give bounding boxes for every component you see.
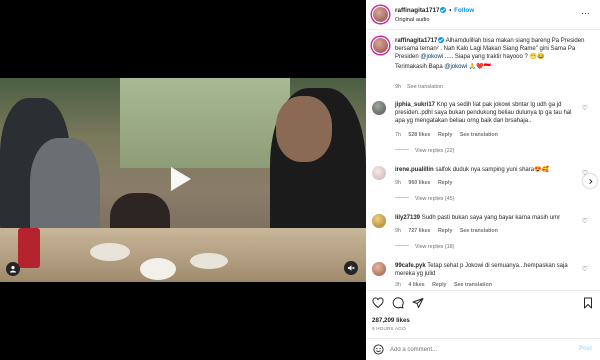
- comment-icon[interactable]: [392, 297, 404, 309]
- see-translation-link[interactable]: See translation: [460, 132, 498, 138]
- chevron-right-icon: [588, 178, 592, 184]
- mute-icon[interactable]: [344, 261, 358, 275]
- video-face: [276, 96, 332, 162]
- video-drink: [18, 228, 40, 268]
- follow-button[interactable]: Follow: [454, 7, 474, 14]
- like-comment-icon[interactable]: ♡: [582, 217, 588, 225]
- like-icon[interactable]: [372, 297, 384, 309]
- comment-meta: 9h 727 likes Reply See translation: [395, 228, 504, 234]
- like-comment-icon[interactable]: ♡: [582, 104, 588, 112]
- comment-text: irene.pualillin salfok duduk nya samping…: [395, 166, 579, 174]
- video-cup: [140, 258, 176, 280]
- comment-time: 9h: [395, 180, 401, 186]
- audio-label[interactable]: Original audio: [395, 17, 430, 23]
- media-area: [0, 0, 366, 360]
- comment-likes[interactable]: 4 likes: [408, 282, 424, 288]
- see-translation-link[interactable]: See translation: [460, 228, 498, 234]
- avatar[interactable]: [372, 166, 386, 180]
- avatar[interactable]: [372, 6, 389, 23]
- caption-body-end: ..... Siapa yang traktir hayooo ? 😁😂: [443, 54, 545, 60]
- view-replies-link[interactable]: View replies (22): [395, 148, 454, 154]
- comment-time: 9h: [395, 228, 401, 234]
- comment-likes[interactable]: 960 likes: [408, 180, 430, 186]
- video-bowl: [190, 253, 228, 269]
- caption-thanks: Terimakasih Bapa: [395, 64, 445, 70]
- reply-button[interactable]: Reply: [438, 132, 452, 138]
- video-table: [0, 228, 366, 282]
- post-side-panel: raffinagita1717 • Follow Original audio …: [366, 0, 600, 360]
- save-icon[interactable]: [582, 297, 594, 309]
- post-time-ago: 9 HOURS AGO: [372, 326, 406, 331]
- post-header: raffinagita1717 • Follow Original audio …: [366, 0, 600, 30]
- share-icon[interactable]: [412, 297, 424, 309]
- add-comment-bar: Post: [366, 338, 600, 360]
- see-translation-link[interactable]: See translation: [454, 282, 492, 288]
- emoji-icon[interactable]: [373, 344, 384, 355]
- comment-username[interactable]: irene.pualillin: [395, 167, 434, 173]
- comment-meta: 3h 4 likes Reply See translation: [395, 282, 498, 288]
- comment-username[interactable]: jiphia_sukri17: [395, 102, 435, 108]
- comment-text: 99cafe.pyk Tetap sehat p Jokowi di semua…: [395, 262, 579, 278]
- avatar[interactable]: [372, 262, 386, 276]
- play-icon[interactable]: [163, 163, 195, 195]
- caption-text: raffinagita1717 Alhamdulillah bisa makan…: [395, 37, 593, 71]
- post-comment-button[interactable]: Post: [579, 346, 592, 352]
- comment-body: Sudh pasti bukan saya yang bayar karna m…: [420, 215, 561, 221]
- caption-time: 9h: [395, 84, 401, 90]
- reply-button[interactable]: Reply: [438, 228, 452, 234]
- comment-meta: 9h 960 likes Reply: [395, 180, 458, 186]
- reply-button[interactable]: Reply: [432, 282, 446, 288]
- caption-meta: 9h See translation: [395, 84, 443, 90]
- next-post-button[interactable]: [583, 174, 597, 188]
- reply-button[interactable]: Reply: [438, 180, 452, 186]
- separator-dot: •: [449, 7, 452, 14]
- like-comment-icon[interactable]: ♡: [582, 265, 588, 273]
- see-translation-link[interactable]: See translation: [407, 84, 443, 90]
- avatar[interactable]: [372, 214, 386, 228]
- post-author-line: raffinagita1717 • Follow: [395, 7, 474, 14]
- caption-mention[interactable]: @jokowi: [420, 54, 443, 60]
- avatar[interactable]: [372, 101, 386, 115]
- comment-meta: 7h 528 likes Reply See translation: [395, 132, 504, 138]
- comment-time: 3h: [395, 282, 401, 288]
- avatar[interactable]: [372, 37, 389, 54]
- view-replies-link[interactable]: View replies (45): [395, 196, 454, 202]
- comment-likes[interactable]: 727 likes: [408, 228, 430, 234]
- caption-line2: Terimakasih Bapa @jokowi 🙏❤️🇮🇩: [395, 63, 593, 71]
- comment-username[interactable]: lily27139: [395, 215, 420, 221]
- likes-count[interactable]: 287,209 likes: [372, 317, 410, 324]
- video-window-background: [120, 78, 290, 168]
- video-bowl: [90, 243, 130, 261]
- post-actions: [366, 290, 600, 330]
- comment-text: lily27139 Sudh pasti bukan saya yang bay…: [395, 214, 579, 222]
- tagged-users-icon[interactable]: [6, 262, 20, 276]
- caption-mention[interactable]: @jokowi: [444, 64, 467, 70]
- comment-time: 7h: [395, 132, 401, 138]
- verified-icon: [440, 7, 447, 13]
- comment-text: jiphia_sukri17 Knp ya sedih liat pak jok…: [395, 101, 579, 125]
- post-username[interactable]: raffinagita1717: [395, 7, 439, 14]
- comment-username[interactable]: 99cafe.pyk: [395, 263, 426, 269]
- comment-input[interactable]: [390, 343, 560, 356]
- comment-body: salfok duduk nya samping yuni shara😍🥰: [433, 167, 550, 173]
- view-replies-link[interactable]: View replies (18): [395, 244, 454, 250]
- more-options-icon[interactable]: ···: [581, 9, 590, 18]
- caption-username[interactable]: raffinagita1717: [395, 38, 437, 44]
- comment-likes[interactable]: 528 likes: [408, 132, 430, 138]
- caption-emojis: 🙏❤️🇮🇩: [467, 64, 492, 70]
